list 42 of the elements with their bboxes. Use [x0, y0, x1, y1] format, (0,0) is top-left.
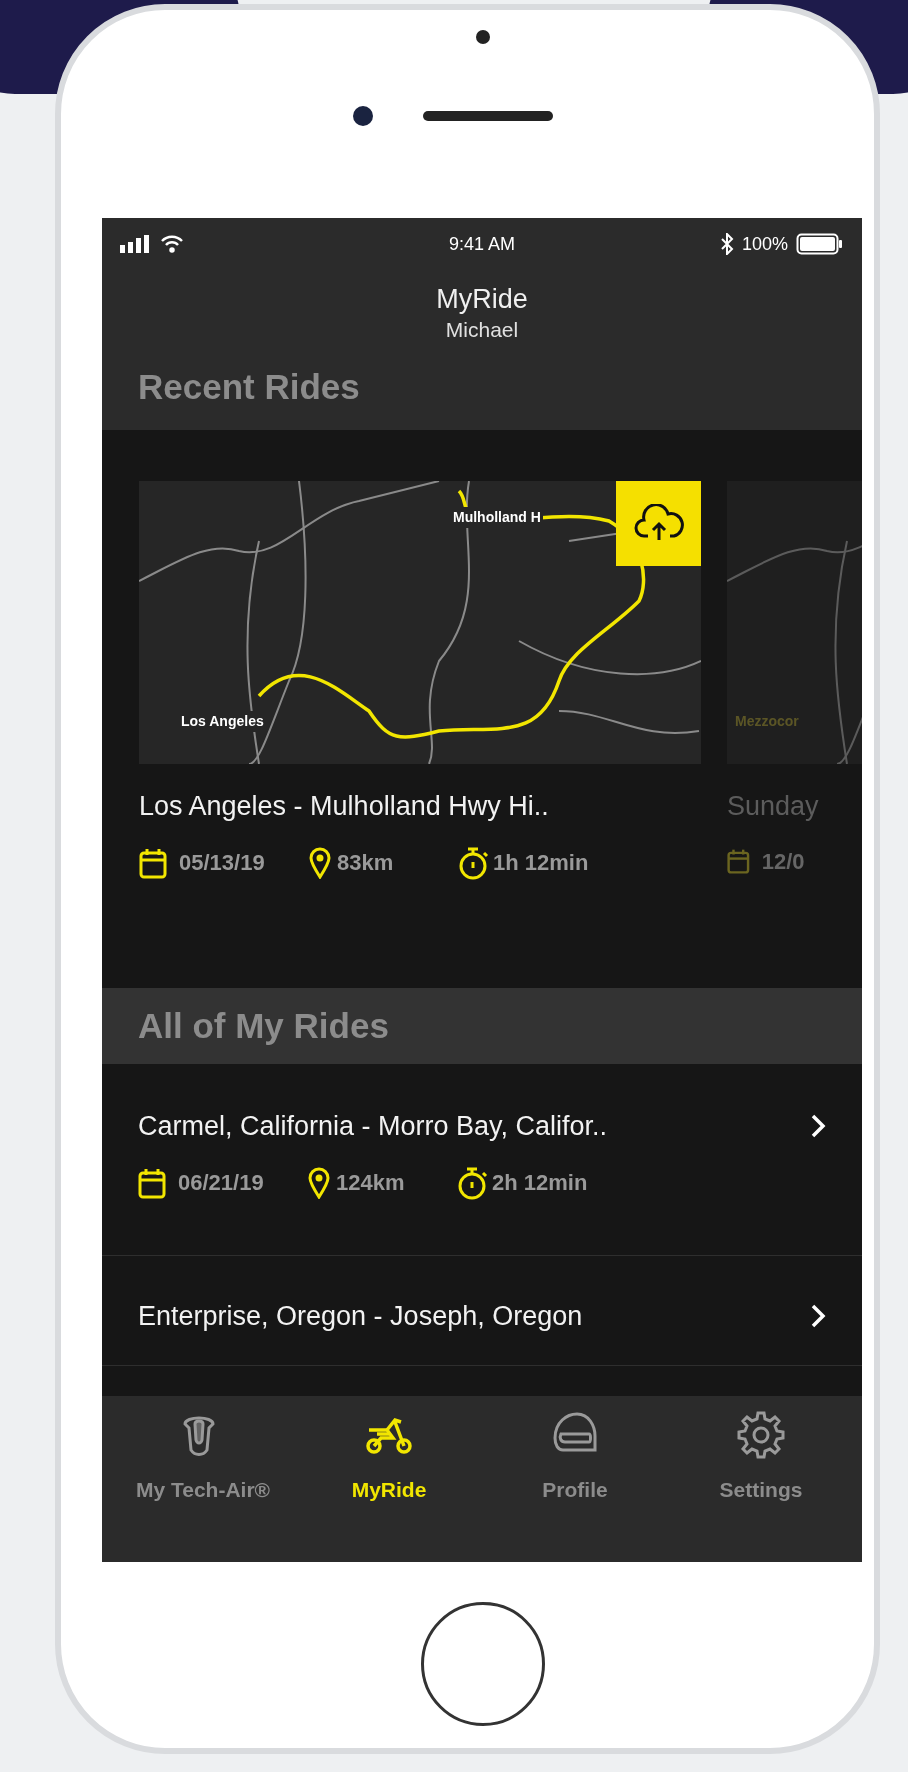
upload-button[interactable] [616, 481, 701, 566]
battery-icon [796, 233, 844, 255]
ride-duration: 1h 12min [493, 849, 589, 877]
home-button[interactable] [420, 1602, 545, 1726]
section-heading: All of My Rides [102, 988, 862, 1064]
tab[interactable]: Profile [482, 1410, 668, 1532]
ride-date: 06/21/19 [178, 1169, 265, 1197]
ride-duration: 2h 12min [492, 1169, 588, 1197]
wifi-icon [160, 235, 184, 253]
front-camera-icon [352, 106, 373, 126]
ride-date: 12/0 [761, 847, 806, 876]
camera-icon [475, 30, 490, 44]
map-label: Los Angeles [179, 711, 266, 732]
calendar-icon [139, 846, 167, 879]
screen-title: MyRide [436, 283, 528, 316]
location-pin-icon [308, 1166, 330, 1199]
chevron-right-icon [810, 1113, 826, 1140]
signal-icon [120, 235, 152, 253]
map-thumbnail[interactable]: Mulholland H Los Angeles [139, 481, 701, 764]
tab[interactable]: Settings [668, 1410, 854, 1532]
tab[interactable]: MyRide [296, 1410, 482, 1532]
battery-percentage: 100% [741, 232, 788, 256]
status-time: 9:41 AM [448, 232, 515, 256]
speaker-icon [422, 111, 553, 121]
ride-title: Carmel, California - Morro Bay, Califor.. [138, 1110, 608, 1143]
map-label: Mulholland H [451, 507, 543, 528]
location-pin-icon [309, 846, 331, 879]
calendar-icon [138, 1166, 166, 1199]
ride-list-item[interactable]: Enterprise, Oregon - Joseph, Oregon [102, 1256, 862, 1366]
ride-distance: 124km [336, 1169, 406, 1197]
settings-icon [736, 1410, 786, 1460]
ride-title: Enterprise, Oregon - Joseph, Oregon [138, 1300, 583, 1333]
ride-list-item[interactable]: Carmel, California - Morro Bay, Califor.. 06/21/19 124km 2h 12min [102, 1064, 862, 1256]
screen-subtitle: Michael [445, 317, 519, 343]
bluetooth-icon [719, 233, 734, 255]
ride-title: Sunday [727, 790, 820, 823]
ride-title: Los Angeles - Mulholland Hwy Hi.. [139, 790, 550, 823]
chevron-right-icon [810, 1303, 826, 1330]
ride-distance: 83km [337, 849, 395, 877]
tab[interactable]: My Tech-Air® [110, 1410, 296, 1532]
ride-date: 05/13/19 [179, 849, 266, 877]
section-heading: Recent Rides [137, 365, 361, 408]
